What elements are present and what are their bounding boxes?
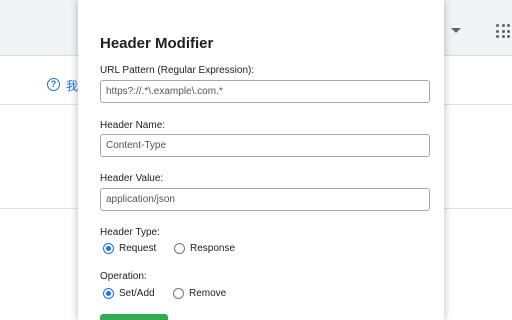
help-icon[interactable]: ? xyxy=(47,78,60,91)
url-pattern-input[interactable] xyxy=(100,80,430,103)
radio-label: Response xyxy=(190,243,236,254)
radio-unchecked-icon[interactable] xyxy=(173,288,184,299)
url-pattern-label: URL Pattern (Regular Expression): xyxy=(100,65,255,76)
help-link-fragment[interactable]: 我 xyxy=(66,77,78,94)
header-value-input[interactable] xyxy=(100,188,430,211)
header-name-input[interactable] xyxy=(100,134,430,157)
apps-grid-icon[interactable] xyxy=(496,24,510,38)
operation-label: Operation: xyxy=(100,271,147,282)
header-type-label: Header Type: xyxy=(100,227,160,238)
header-name-label: Header Name: xyxy=(100,120,166,131)
radio-checked-icon[interactable] xyxy=(103,288,114,299)
radio-label: Set/Add xyxy=(119,288,155,299)
radio-label: Request xyxy=(119,243,157,254)
header-value-label: Header Value: xyxy=(100,173,164,184)
save-button[interactable] xyxy=(100,314,168,320)
account-dropdown-caret-icon[interactable] xyxy=(451,28,461,33)
radio-label: Remove xyxy=(189,288,227,299)
header-modifier-popup: Header Modifier URL Pattern (Regular Exp… xyxy=(78,0,444,320)
radio-checked-icon[interactable] xyxy=(103,243,114,254)
radio-unchecked-icon[interactable] xyxy=(174,243,185,254)
popup-title: Header Modifier xyxy=(100,35,214,52)
